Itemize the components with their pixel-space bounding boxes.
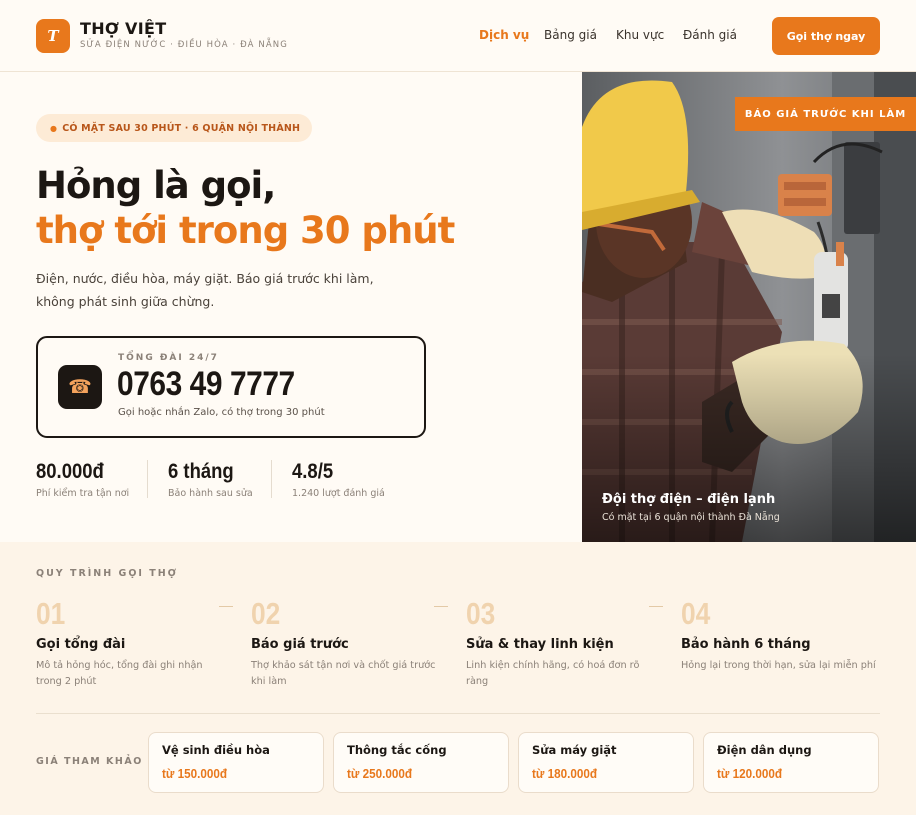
nav-item-services[interactable]: Dịch vụ bbox=[479, 28, 529, 42]
process-title: QUY TRÌNH GỌI THỢ bbox=[36, 568, 178, 579]
availability-badge: ● CÓ MẶT SAU 30 PHÚT · 6 QUẬN NỘI THÀNH bbox=[36, 114, 312, 142]
step-connector bbox=[219, 606, 233, 607]
price-service-name: Vệ sinh điều hòa bbox=[162, 743, 270, 757]
stat-label: Bảo hành sau sửa bbox=[168, 488, 253, 499]
step-description: Thợ khảo sát tận nơi và chốt giá trước k… bbox=[251, 660, 436, 687]
hotline-card[interactable]: ☎ TỔNG ĐÀI 24/7 0763 49 7777 Gọi hoặc nh… bbox=[36, 336, 426, 438]
stat-value: 80.000đ bbox=[36, 460, 104, 483]
hero-section: ● CÓ MẶT SAU 30 PHÚT · 6 QUẬN NỘI THÀNH … bbox=[0, 72, 582, 542]
price-service-name: Sửa máy giặt bbox=[532, 743, 617, 757]
brand-name[interactable]: THỢ VIỆT bbox=[80, 19, 166, 38]
process-step-4: 04 Bảo hành 6 tháng Hỏng lại trong thời … bbox=[681, 596, 881, 674]
step-number: 03 bbox=[466, 596, 496, 631]
phone-icon: ☎ bbox=[58, 365, 102, 409]
nav-item-areas[interactable]: Khu vực bbox=[616, 28, 664, 42]
price-service-name: Thông tắc cống bbox=[347, 743, 447, 757]
process-step-3: 03 Sửa & thay linh kiện Linh kiện chính … bbox=[466, 596, 666, 690]
quote-first-badge: BÁO GIÁ TRƯỚC KHI LÀM bbox=[735, 97, 916, 131]
step-description: Mô tả hỏng hóc, tổng đài ghi nhận trong … bbox=[36, 660, 203, 687]
price-list-title: GIÁ THAM KHẢO bbox=[36, 756, 143, 767]
step-title: Sửa & thay linh kiện bbox=[466, 637, 614, 652]
step-title: Báo giá trước bbox=[251, 637, 349, 652]
stat-divider bbox=[147, 460, 148, 498]
step-connector bbox=[649, 606, 663, 607]
price-card-drain-unclog[interactable]: Thông tắc cống từ 250.000đ bbox=[333, 732, 509, 793]
headline-line-2: thợ tới trong 30 phút bbox=[36, 209, 455, 252]
hero-description: Điện, nước, điều hòa, máy giặt. Báo giá … bbox=[36, 271, 374, 309]
step-description: Linh kiện chính hãng, có hoá đơn rõ ràng bbox=[466, 660, 640, 687]
hotline-number[interactable]: 0763 49 7777 bbox=[117, 365, 295, 404]
step-description: Hỏng lại trong thời hạn, sửa lại miễn ph… bbox=[681, 660, 876, 671]
section-divider bbox=[36, 713, 880, 714]
stat-inspection-fee: 80.000đ Phí kiểm tra tận nơi bbox=[36, 460, 129, 499]
logo-icon[interactable]: T bbox=[36, 19, 70, 53]
site-header: T THỢ VIỆT SỬA ĐIỆN NƯỚC · ĐIỀU HÒA · ĐÀ… bbox=[0, 0, 916, 72]
stat-label: Phí kiểm tra tận nơi bbox=[36, 488, 130, 499]
hotline-label: TỔNG ĐÀI 24/7 bbox=[118, 353, 219, 363]
step-number: 01 bbox=[36, 596, 66, 631]
electrician-illustration bbox=[582, 72, 916, 542]
price-card-home-electric[interactable]: Điện dân dụng từ 120.000đ bbox=[703, 732, 879, 793]
stat-label: 1.240 lượt đánh giá bbox=[292, 488, 385, 499]
stat-value: 6 tháng bbox=[168, 460, 234, 483]
stat-warranty: 6 tháng Bảo hành sau sửa bbox=[168, 460, 253, 499]
price-value: từ 150.000đ bbox=[162, 766, 228, 781]
price-value: từ 180.000đ bbox=[532, 766, 598, 781]
headline-line-1: Hỏng là gọi, bbox=[36, 164, 276, 207]
brand-tagline: SỬA ĐIỆN NƯỚC · ĐIỀU HÒA · ĐÀ NẴNG bbox=[80, 40, 288, 50]
process-step-1: 01 Gọi tổng đài Mô tả hỏng hóc, tổng đài… bbox=[36, 596, 236, 690]
image-caption-title: Đội thợ điện – điện lạnh bbox=[602, 492, 776, 507]
hotline-note: Gọi hoặc nhắn Zalo, có thợ trong 30 phút bbox=[118, 407, 325, 418]
call-now-button[interactable]: Gọi thợ ngay bbox=[772, 17, 880, 55]
nav-item-reviews[interactable]: Đánh giá bbox=[683, 28, 737, 42]
nav-item-pricing[interactable]: Bảng giá bbox=[544, 28, 597, 42]
price-service-name: Điện dân dụng bbox=[717, 743, 812, 757]
stat-divider bbox=[271, 460, 272, 498]
image-caption-subtitle: Có mặt tại 6 quận nội thành Đà Nẵng bbox=[602, 512, 780, 523]
price-card-washer-repair[interactable]: Sửa máy giặt từ 180.000đ bbox=[518, 732, 694, 793]
step-title: Gọi tổng đài bbox=[36, 637, 126, 652]
stat-rating: 4.8/5 1.240 lượt đánh giá bbox=[292, 460, 385, 499]
process-step-2: 02 Báo giá trước Thợ khảo sát tận nơi và… bbox=[251, 596, 451, 690]
step-connector bbox=[434, 606, 448, 607]
step-number: 02 bbox=[251, 596, 281, 631]
price-card-ac-cleaning[interactable]: Vệ sinh điều hòa từ 150.000đ bbox=[148, 732, 324, 793]
step-number: 04 bbox=[681, 596, 711, 631]
availability-badge-text: CÓ MẶT SAU 30 PHÚT · 6 QUẬN NỘI THÀNH bbox=[62, 122, 301, 134]
step-title: Bảo hành 6 tháng bbox=[681, 637, 811, 652]
dot-icon: ● bbox=[50, 123, 58, 133]
stat-value: 4.8/5 bbox=[292, 460, 334, 483]
price-value: từ 250.000đ bbox=[347, 766, 413, 781]
price-value: từ 120.000đ bbox=[717, 766, 783, 781]
hero-photo-electrician: BÁO GIÁ TRƯỚC KHI LÀM Đội thợ điện – điệ… bbox=[582, 72, 916, 542]
